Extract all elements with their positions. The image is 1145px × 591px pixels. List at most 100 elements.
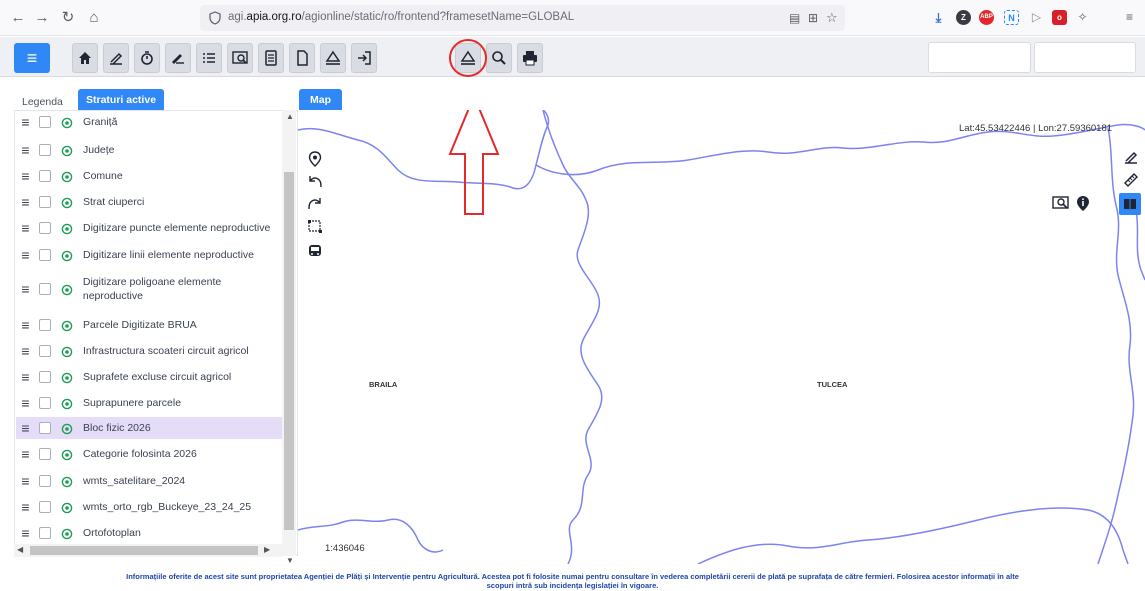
layer-row[interactable]: ≡ wmts_orto_rgb_Buckeye_23_24_25 xyxy=(16,496,282,518)
layer-checkbox[interactable] xyxy=(39,422,51,434)
layer-row[interactable]: ≡ Graniță xyxy=(16,111,282,133)
layer-checkbox[interactable] xyxy=(39,249,51,261)
info-pin-icon[interactable] xyxy=(1073,195,1093,215)
upload-icon[interactable] xyxy=(320,43,346,73)
browser-menu-icon[interactable]: ≡ xyxy=(1122,10,1137,25)
drag-handle-icon[interactable]: ≡ xyxy=(19,247,32,263)
tab-legenda[interactable]: Legenda xyxy=(14,93,71,111)
layer-row[interactable]: ≡ Ortofotoplan xyxy=(16,522,282,544)
drag-handle-icon[interactable]: ≡ xyxy=(19,220,32,236)
search-input-secondary[interactable] xyxy=(1034,42,1136,73)
layer-row[interactable]: ≡ Parcele Digitizate BRUA xyxy=(16,314,282,336)
reload-icon[interactable]: ↻ xyxy=(58,8,78,28)
eye-icon[interactable] xyxy=(61,116,73,129)
extension-z-icon[interactable]: Z xyxy=(956,10,971,25)
scroll-up-icon[interactable]: ▲ xyxy=(286,112,294,121)
eye-icon[interactable] xyxy=(61,319,73,332)
horizontal-scrollbar-thumb[interactable] xyxy=(30,546,258,555)
layer-checkbox[interactable] xyxy=(39,222,51,234)
address-bar[interactable]: agi.apia.org.ro/agionline/static/ro/fron… xyxy=(200,5,845,31)
drag-handle-icon[interactable]: ≡ xyxy=(19,194,32,210)
scroll-down-icon[interactable]: ▼ xyxy=(286,556,294,565)
layer-checkbox[interactable] xyxy=(39,475,51,487)
tab-map[interactable]: Map xyxy=(299,89,342,110)
drag-handle-icon[interactable]: ≡ xyxy=(19,473,32,489)
layer-row[interactable]: ≡ Digitizare puncte elemente neproductive xyxy=(16,217,282,239)
drag-handle-icon[interactable]: ≡ xyxy=(19,168,32,184)
vertical-scrollbar-thumb[interactable] xyxy=(284,172,294,530)
ruler-icon[interactable] xyxy=(1121,172,1141,192)
layer-row[interactable]: ≡ Comune xyxy=(16,165,282,187)
eye-icon[interactable] xyxy=(61,144,73,157)
layer-row[interactable]: ≡ Suprapunere parcele xyxy=(16,392,282,414)
print-icon[interactable] xyxy=(517,43,543,73)
drag-handle-icon[interactable]: ≡ xyxy=(19,395,32,411)
layer-row[interactable]: ≡ Categorie folosinta 2026 xyxy=(16,443,282,465)
drag-handle-icon[interactable]: ≡ xyxy=(19,317,32,333)
eye-icon[interactable] xyxy=(61,448,73,461)
layer-checkbox[interactable] xyxy=(39,345,51,357)
document-icon[interactable] xyxy=(258,43,284,73)
adblock-icon[interactable]: ABP xyxy=(979,10,994,25)
extension-play-icon[interactable]: ▷ xyxy=(1029,10,1044,25)
layer-checkbox[interactable] xyxy=(39,319,51,331)
redo-icon[interactable] xyxy=(307,195,323,211)
eye-icon[interactable] xyxy=(61,501,73,514)
layer-row[interactable]: ≡ Județe xyxy=(16,139,282,161)
home-page-icon[interactable]: ⌂ xyxy=(84,8,104,28)
file-icon[interactable] xyxy=(289,43,315,73)
layer-checkbox[interactable] xyxy=(39,397,51,409)
map-search-icon[interactable] xyxy=(227,43,253,73)
layer-row[interactable]: ≡ Bloc fizic 2026 xyxy=(16,417,282,439)
drag-handle-icon[interactable]: ≡ xyxy=(19,114,32,130)
scroll-left-icon[interactable]: ◀ xyxy=(17,545,23,554)
layer-row[interactable]: ≡ wmts_satelitare_2024 xyxy=(16,470,282,492)
layer-checkbox[interactable] xyxy=(39,527,51,539)
undo-icon[interactable] xyxy=(307,173,323,189)
eye-icon[interactable] xyxy=(61,422,73,435)
extension-red-icon[interactable]: o xyxy=(1052,10,1067,25)
eye-icon[interactable] xyxy=(61,170,73,183)
draw-icon[interactable] xyxy=(103,43,129,73)
vehicle-icon[interactable] xyxy=(307,243,323,259)
drag-handle-icon[interactable]: ≡ xyxy=(19,446,32,462)
tab-straturi-active[interactable]: Straturi active xyxy=(78,89,165,110)
reader-view-icon[interactable]: ▤ xyxy=(789,11,800,25)
measure-draw-icon[interactable] xyxy=(1121,149,1141,169)
drag-handle-icon[interactable]: ≡ xyxy=(19,499,32,515)
edit-layer-icon[interactable] xyxy=(165,43,191,73)
layer-checkbox[interactable] xyxy=(39,501,51,513)
layer-checkbox[interactable] xyxy=(39,371,51,383)
drag-handle-icon[interactable]: ≡ xyxy=(19,343,32,359)
layer-checkbox[interactable] xyxy=(39,196,51,208)
extension-n-icon[interactable]: N xyxy=(1004,10,1019,25)
screenshot-icon[interactable]: ⊞ xyxy=(808,11,818,25)
eye-icon[interactable] xyxy=(61,249,73,262)
layer-checkbox[interactable] xyxy=(39,144,51,156)
eye-icon[interactable] xyxy=(61,371,73,384)
drag-handle-icon[interactable]: ≡ xyxy=(19,281,32,297)
eye-icon[interactable] xyxy=(61,475,73,488)
drag-handle-icon[interactable]: ≡ xyxy=(19,525,32,541)
search-input[interactable] xyxy=(928,42,1031,73)
location-pin-icon[interactable] xyxy=(307,151,323,167)
layer-checkbox[interactable] xyxy=(39,448,51,460)
layer-checkbox[interactable] xyxy=(38,283,51,295)
layer-checkbox[interactable] xyxy=(39,116,51,128)
hamburger-icon[interactable]: ≡ xyxy=(14,43,50,73)
bookmark-star-icon[interactable]: ☆ xyxy=(826,10,838,26)
book-icon[interactable] xyxy=(1119,193,1141,215)
drag-handle-icon[interactable]: ≡ xyxy=(19,369,32,385)
zoom-icon[interactable] xyxy=(486,43,512,73)
layer-row[interactable]: ≡ Strat ciuperci xyxy=(16,191,282,213)
layer-row[interactable]: ≡ Infrastructura scoateri circuit agricol xyxy=(16,340,282,362)
eye-icon[interactable] xyxy=(61,222,73,235)
eye-icon[interactable] xyxy=(61,345,73,358)
eye-icon[interactable] xyxy=(61,196,73,209)
home-icon[interactable] xyxy=(72,43,98,73)
layer-row[interactable]: ≡ Digitizare poligoane elemente neproduct… xyxy=(16,270,282,308)
layer-row[interactable]: ≡ Suprafete excluse circuit agricol xyxy=(16,366,282,388)
download-icon[interactable]: ⤓ xyxy=(931,10,946,25)
layer-checkbox[interactable] xyxy=(39,170,51,182)
scroll-right-icon[interactable]: ▶ xyxy=(264,545,270,554)
